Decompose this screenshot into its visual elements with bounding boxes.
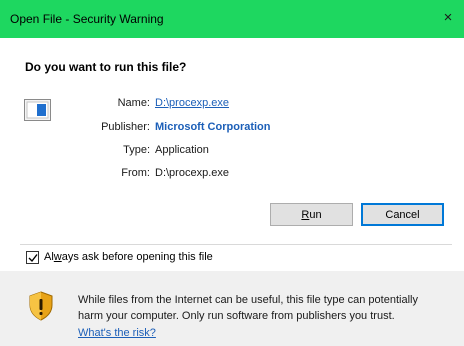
warning-text-line2: harm your computer. Only run software fr…: [78, 310, 395, 322]
divider: [20, 244, 452, 245]
title-bar: Open File - Security Warning ×: [0, 0, 464, 38]
file-name-link[interactable]: D:\procexp.exe: [155, 97, 229, 109]
prompt-question: Do you want to run this file?: [25, 60, 187, 74]
publisher-label: Publisher:: [101, 121, 150, 133]
publisher-link[interactable]: Microsoft Corporation: [155, 121, 271, 133]
warning-text-line1: While files from the Internet can be use…: [78, 294, 418, 306]
run-button-accel: R: [301, 208, 310, 221]
run-button-label: un: [309, 208, 322, 221]
security-shield-icon: [29, 291, 53, 321]
close-icon[interactable]: ×: [440, 9, 456, 27]
whats-the-risk-link[interactable]: What's the risk?: [78, 327, 156, 339]
always-ask-checkbox[interactable]: [26, 251, 39, 264]
always-ask-label-part1: Al: [44, 251, 54, 263]
always-ask-label[interactable]: Always ask before opening this file: [44, 251, 213, 263]
name-label: Name:: [117, 97, 150, 109]
window-title: Open File - Security Warning: [10, 12, 164, 26]
type-value: Application: [155, 144, 209, 156]
warning-footer: [0, 271, 464, 346]
checkmark-icon: [28, 254, 38, 263]
type-label: Type:: [123, 144, 150, 156]
run-button[interactable]: Run: [270, 203, 353, 226]
always-ask-label-accel: w: [53, 251, 62, 263]
from-value: D:\procexp.exe: [155, 167, 229, 179]
from-label: From:: [121, 167, 150, 179]
cancel-button[interactable]: Cancel: [361, 203, 444, 226]
always-ask-label-part2: ays ask before opening this file: [61, 251, 213, 263]
